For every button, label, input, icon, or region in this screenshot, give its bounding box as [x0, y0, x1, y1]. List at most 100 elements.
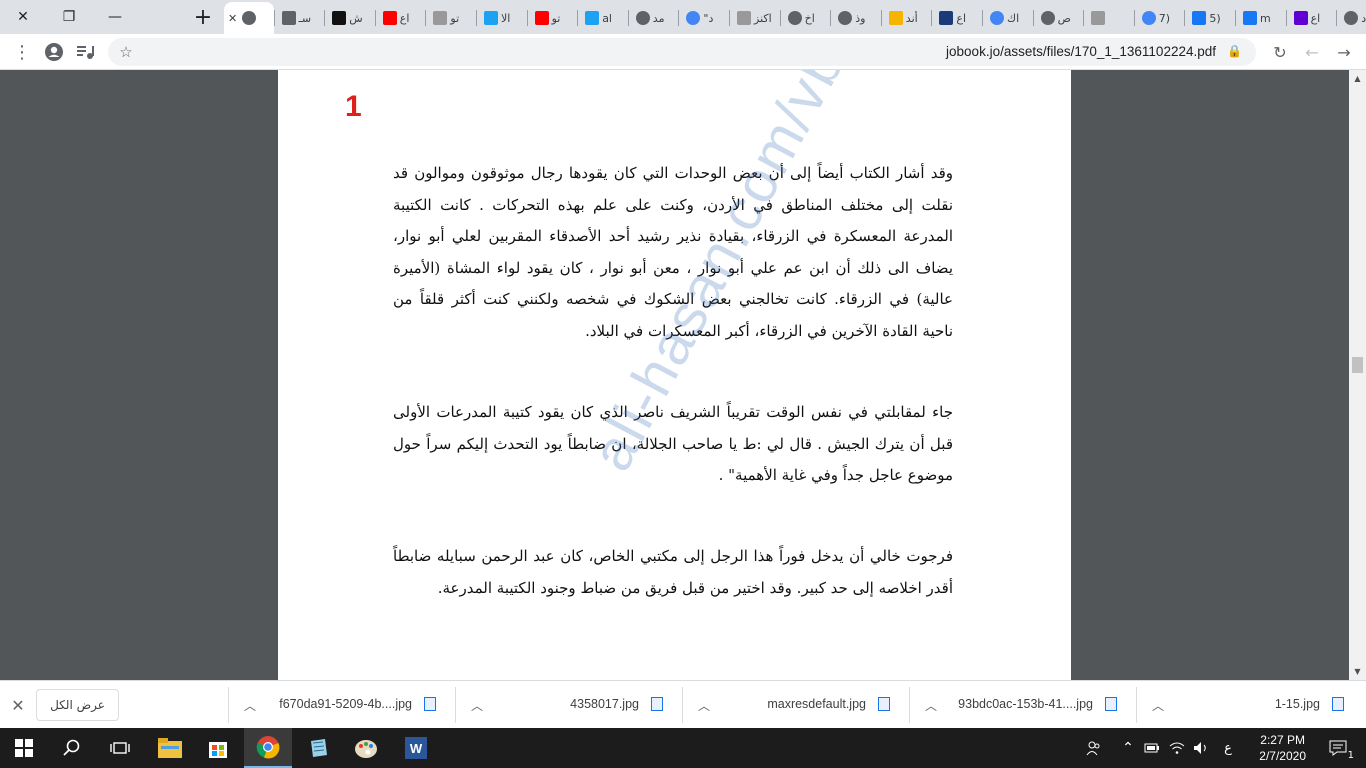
word-icon[interactable]: W	[392, 728, 440, 768]
browser-tab[interactable]: اع	[932, 6, 980, 30]
scroll-thumb[interactable]	[1352, 357, 1363, 373]
tab-label: سـ	[298, 11, 312, 25]
bookmark-star-icon[interactable]: ☆	[114, 40, 138, 64]
chevron-up-icon[interactable]: ︿	[698, 697, 710, 714]
file-explorer-icon[interactable]	[146, 728, 194, 768]
menu-icon[interactable]: ⋮	[10, 40, 34, 64]
store-icon[interactable]	[194, 728, 242, 768]
browser-tab[interactable]: مد	[629, 6, 677, 30]
image-file-icon	[651, 697, 663, 711]
chevron-up-icon[interactable]: ︿	[471, 697, 483, 714]
chevron-up-icon[interactable]: ︿	[1152, 697, 1164, 714]
tab-label: اكنز	[754, 11, 772, 25]
browser-tab[interactable]: 5)	[1185, 6, 1233, 30]
close-downloads-icon[interactable]: ✕	[6, 693, 30, 717]
close-window-button[interactable]: ✕	[0, 0, 46, 34]
tab-separator	[627, 10, 629, 26]
google-icon	[686, 11, 701, 25]
tab-label: أند	[905, 11, 918, 25]
download-item[interactable]: ︿ 4358017.jpg	[457, 681, 679, 729]
download-filename: 4358017.jpg	[570, 697, 639, 711]
chevron-up-icon[interactable]: ︿	[244, 697, 256, 714]
maximize-window-button[interactable]: ❐	[46, 0, 92, 34]
tab-label: ش	[349, 11, 363, 25]
clock[interactable]: 2:27 PM 2/7/2020	[1259, 732, 1306, 764]
browser-tab[interactable]: وذ	[831, 6, 879, 30]
plus-icon: +	[193, 4, 213, 30]
language-indicator[interactable]: ع	[1216, 728, 1240, 768]
url-text[interactable]: jobook.jo/assets/files/170_1_1361102224.…	[946, 44, 1216, 59]
profile-icon[interactable]	[42, 40, 66, 64]
browser-tab[interactable]: تو	[426, 6, 474, 30]
task-view-icon[interactable]	[96, 728, 144, 768]
browser-tab[interactable]: ✕	[224, 2, 274, 34]
browser-tab[interactable]: ش	[325, 6, 373, 30]
back-icon[interactable]: ←	[1300, 40, 1324, 64]
tab-separator	[729, 10, 730, 26]
globe-icon	[1344, 11, 1359, 25]
people-icon[interactable]	[1082, 728, 1106, 768]
download-separator	[228, 687, 229, 723]
minimize-window-button[interactable]: —	[92, 0, 138, 34]
forward-icon[interactable]: →	[1332, 40, 1356, 64]
paint-icon[interactable]	[342, 728, 390, 768]
tab-separator	[830, 10, 832, 26]
browser-tab[interactable]: سـ	[275, 6, 323, 30]
show-all-button[interactable]: عرض الكل	[36, 689, 119, 721]
tab-separator	[1285, 10, 1287, 26]
vertical-scrollbar[interactable]: ▲ ▼	[1349, 70, 1366, 680]
youtube-icon	[382, 11, 397, 25]
tab-label: تو	[551, 11, 561, 25]
notepad-icon[interactable]	[294, 728, 342, 768]
tab-label: 7)	[1158, 11, 1171, 25]
globe-icon	[787, 11, 802, 25]
browser-tab[interactable]: اخ	[781, 6, 829, 30]
close-icon: ✕	[17, 9, 29, 25]
browser-tab[interactable]: m	[1236, 6, 1284, 30]
download-item[interactable]: ︿ f670da91-5209-4b....jpg	[230, 681, 452, 729]
volume-icon[interactable]	[1190, 728, 1212, 768]
new-tab-button[interactable]: +	[180, 0, 226, 34]
browser-tab[interactable]: اع	[376, 6, 424, 30]
download-item[interactable]: ︿ 93bdc0ac-153b-41....jpg	[911, 681, 1133, 729]
google-icon	[1141, 11, 1156, 25]
battery-icon[interactable]	[1142, 728, 1162, 768]
downloads-shelf: ✕ عرض الكل ︿ f670da91-5209-4b....jpg ︿ 4358…	[0, 680, 1366, 728]
search-icon[interactable]	[48, 728, 96, 768]
chrome-icon[interactable]	[244, 728, 292, 768]
browser-tab[interactable]: "د	[679, 6, 727, 30]
reload-icon[interactable]: ↻	[1268, 40, 1292, 64]
browser-tab[interactable]: تو	[528, 6, 576, 30]
browser-tab[interactable]	[1084, 6, 1132, 30]
tab-separator	[526, 10, 528, 26]
browser-tab[interactable]: الا	[477, 6, 525, 30]
windows-start-icon[interactable]	[0, 728, 48, 768]
tab-separator	[1336, 10, 1338, 26]
browser-tab[interactable]: 7)	[1135, 6, 1183, 30]
browser-tab[interactable]: ص	[1034, 6, 1082, 30]
browser-toolbar: ⋮ ☆ jobook.jo/assets/files/170_1_1361102…	[0, 34, 1366, 70]
wifi-icon[interactable]	[1166, 728, 1188, 768]
browser-tab[interactable]: أند	[882, 6, 930, 30]
browser-tab[interactable]: أد	[1337, 6, 1366, 30]
notification-center-icon[interactable]: 1	[1318, 728, 1358, 768]
image-file-icon	[1105, 697, 1117, 711]
media-icon[interactable]	[74, 40, 98, 64]
tray-expand-icon[interactable]: ⌃	[1118, 728, 1138, 768]
browser-tab[interactable]: al	[578, 6, 626, 30]
scroll-down-icon[interactable]: ▼	[1349, 663, 1366, 680]
lock-icon[interactable]: 🔒	[1227, 44, 1242, 58]
browser-tab[interactable]: اك	[983, 6, 1031, 30]
notification-badge: 1	[1347, 750, 1354, 761]
tab-separator	[577, 10, 579, 26]
chevron-up-icon[interactable]: ︿	[925, 697, 937, 714]
browser-tab[interactable]: اع	[1287, 6, 1335, 30]
browser-tab[interactable]: اكنز	[730, 6, 778, 30]
download-item[interactable]: ︿ 1-15.jpg	[1138, 681, 1360, 729]
close-tab-icon[interactable]: ✕	[228, 12, 237, 25]
tab-separator	[476, 10, 477, 26]
scroll-up-icon[interactable]: ▲	[1349, 70, 1366, 87]
globe-icon	[635, 11, 650, 25]
address-bar[interactable]: ☆ jobook.jo/assets/files/170_1_136110222…	[108, 38, 1256, 66]
download-item[interactable]: ︿ maxresdefault.jpg	[684, 681, 906, 729]
